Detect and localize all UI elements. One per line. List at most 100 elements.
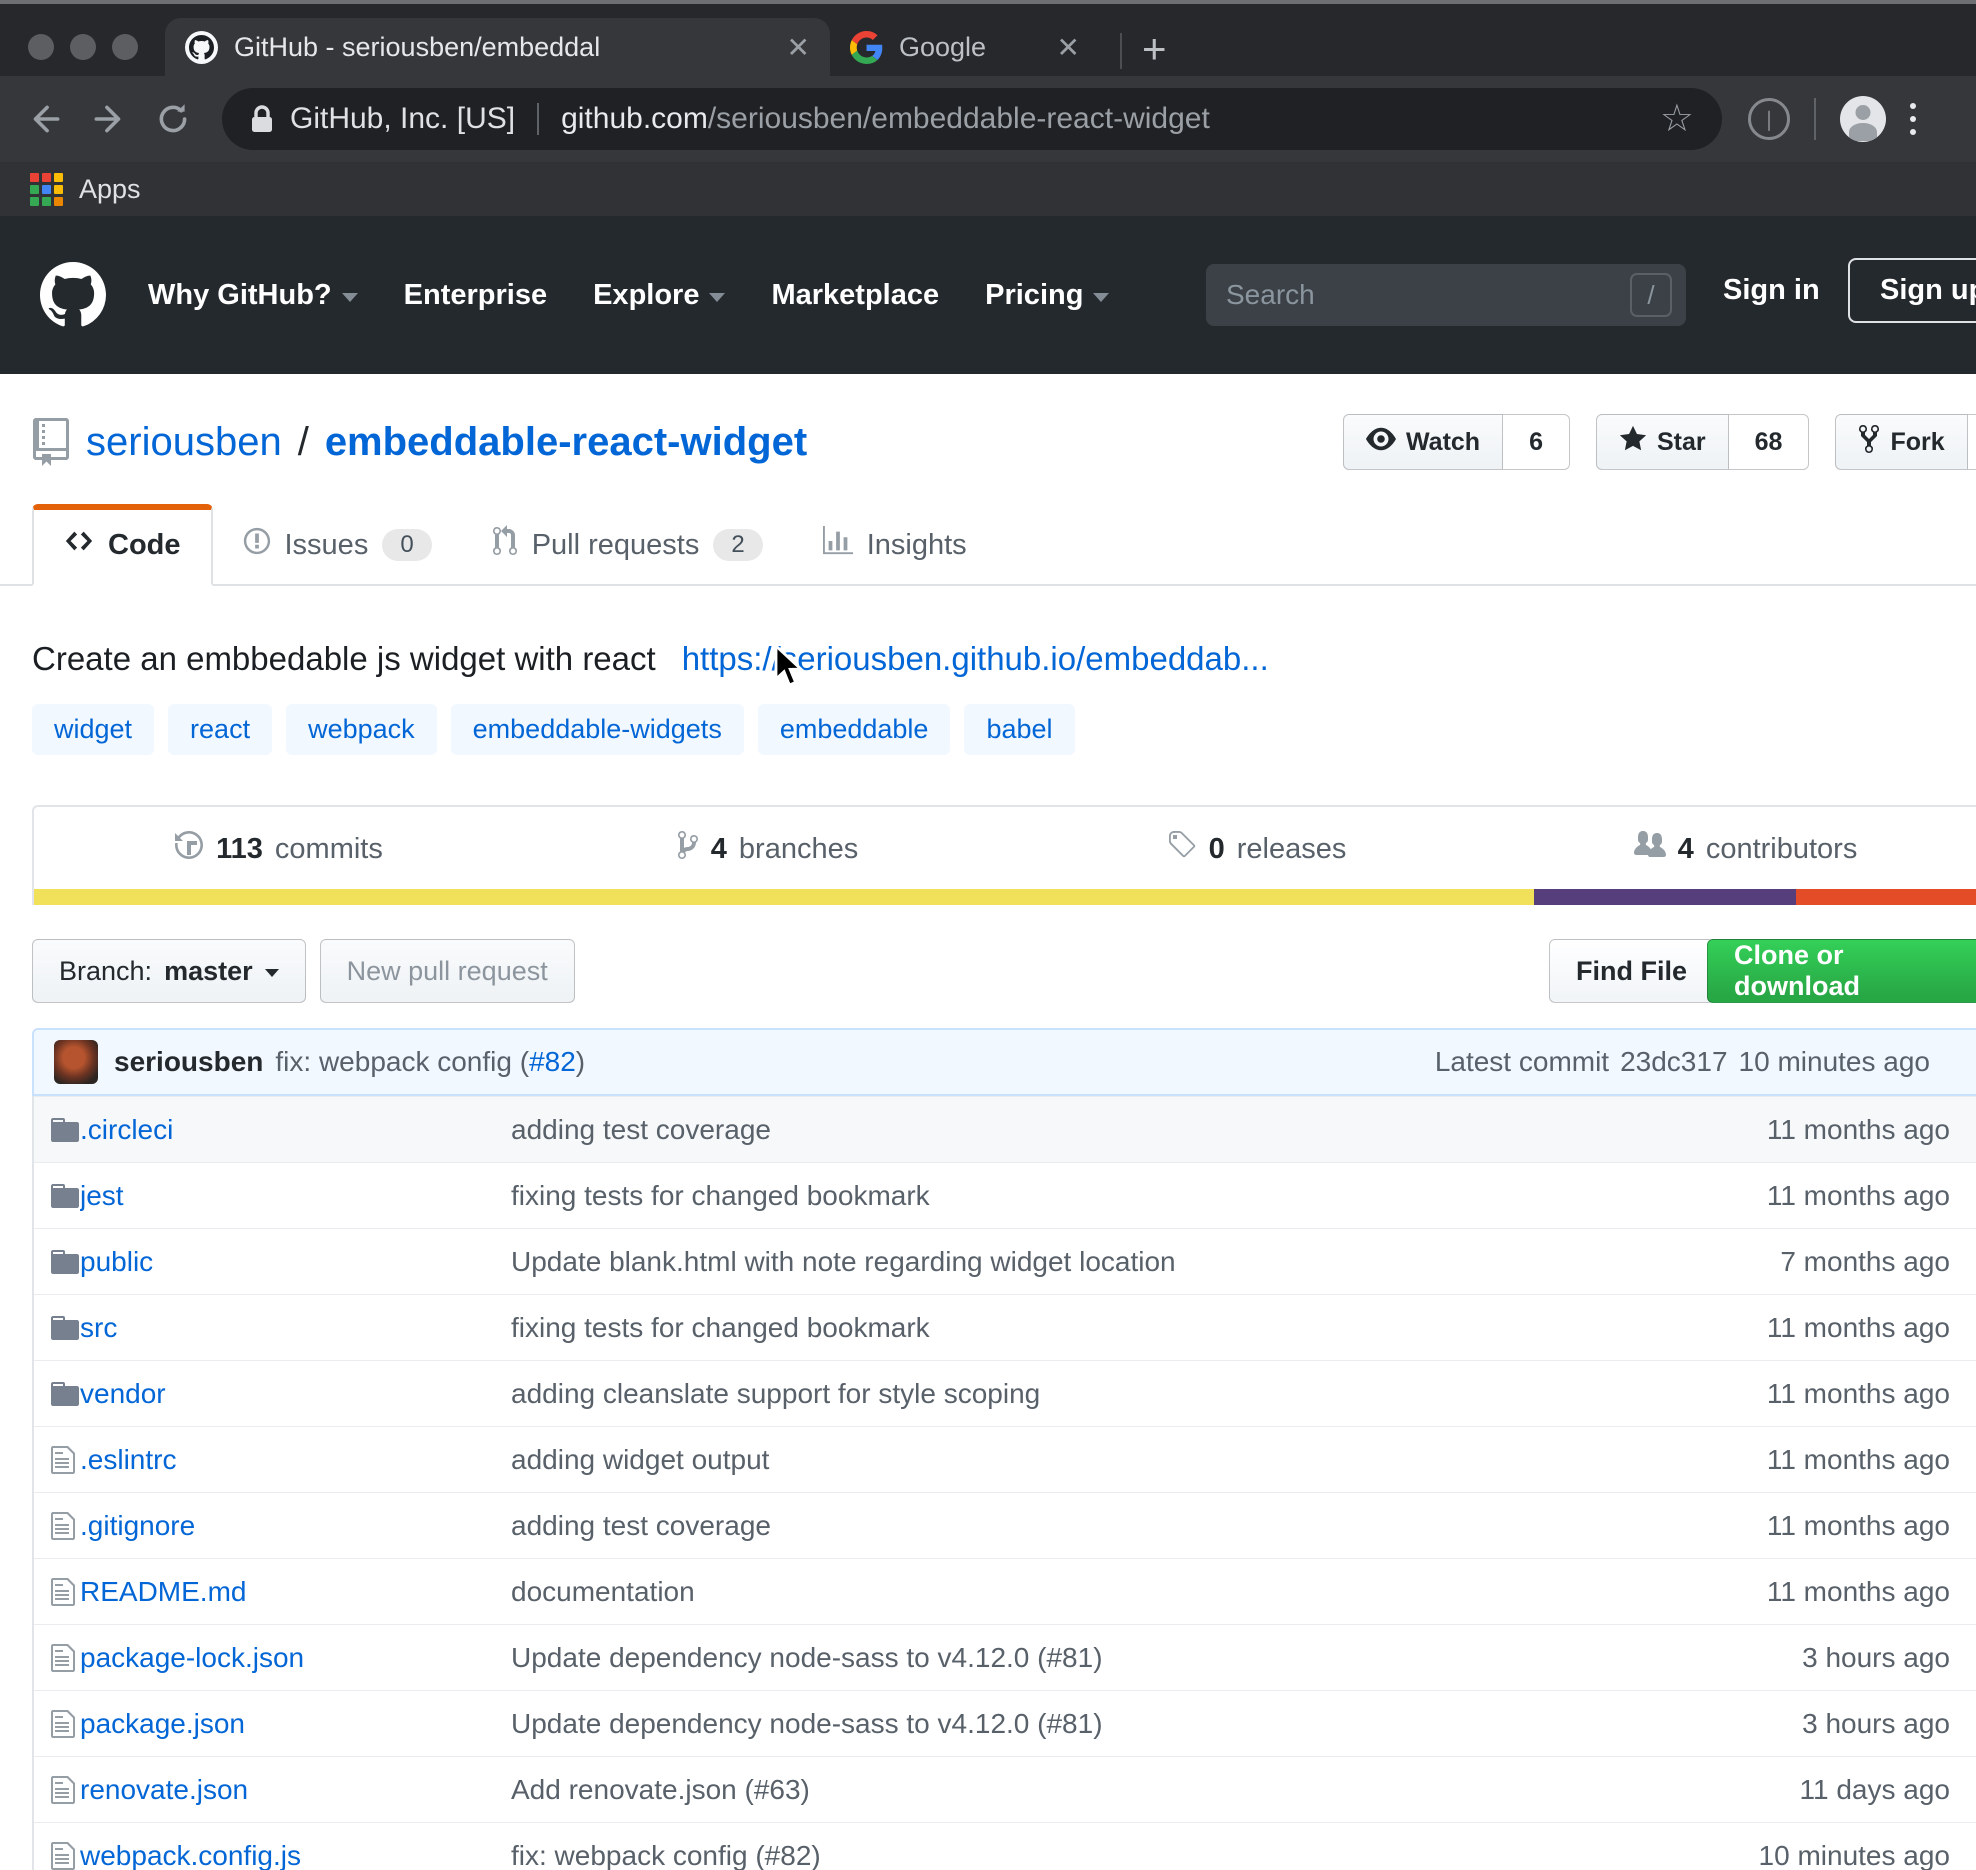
social-action-button[interactable]: Fork bbox=[1835, 414, 1967, 470]
file-row[interactable]: jest fixing tests for changed bookmark 1… bbox=[34, 1162, 1976, 1228]
file-row[interactable]: src fixing tests for changed bookmark 11… bbox=[34, 1294, 1976, 1360]
reload-icon[interactable] bbox=[154, 100, 192, 138]
social-action-button[interactable]: Star bbox=[1596, 414, 1729, 470]
file-commit-message-link[interactable]: Update dependency node-sass to v4.12.0 (… bbox=[511, 1642, 1103, 1673]
zoom-window-button[interactable] bbox=[112, 34, 138, 60]
repo-tab[interactable]: Code bbox=[32, 504, 213, 586]
repo-tab[interactable]: Pull requests 2 bbox=[462, 504, 793, 586]
file-commit-message-link[interactable]: adding cleanslate support for style scop… bbox=[511, 1378, 1040, 1409]
security-label[interactable]: GitHub, Inc. [US] bbox=[290, 102, 515, 136]
file-commit-message-link[interactable]: Update dependency node-sass to v4.12.0 (… bbox=[511, 1708, 1103, 1739]
tab-close-icon[interactable]: ✕ bbox=[1057, 31, 1080, 64]
social-count[interactable]: 14 bbox=[1968, 414, 1976, 470]
file-row[interactable]: package.json Update dependency node-sass… bbox=[34, 1690, 1976, 1756]
repo-owner-link[interactable]: seriousben bbox=[86, 420, 282, 465]
commit-message[interactable]: fix: webpack config ( bbox=[275, 1046, 529, 1078]
file-commit-message-link[interactable]: documentation bbox=[511, 1576, 695, 1607]
repo-name-link[interactable]: embeddable-react-widget bbox=[325, 420, 807, 465]
file-name-link[interactable]: renovate.json bbox=[80, 1774, 248, 1805]
repo-stat-item[interactable]: 0 releases bbox=[1012, 829, 1501, 869]
sign-up-button[interactable]: Sign up bbox=[1848, 258, 1976, 323]
file-row[interactable]: public Update blank.html with note regar… bbox=[34, 1228, 1976, 1294]
repo-stat-item[interactable]: 113 commits bbox=[34, 829, 523, 869]
extension-icon[interactable]: ❘ bbox=[1748, 98, 1790, 140]
commit-sha[interactable]: 23dc317 bbox=[1620, 1046, 1727, 1078]
commit-pr-link[interactable]: #82 bbox=[529, 1046, 576, 1078]
file-row[interactable]: renovate.json Add renovate.json (#63) 11… bbox=[34, 1756, 1976, 1822]
branch-selector-button[interactable]: Branch: master bbox=[32, 939, 306, 1003]
close-window-button[interactable] bbox=[28, 34, 54, 60]
topic-tag[interactable]: embeddable bbox=[758, 704, 951, 755]
clone-or-download-button[interactable]: Clone or download bbox=[1707, 939, 1976, 1003]
file-name-link[interactable]: .eslintrc bbox=[80, 1444, 176, 1475]
file-name-link[interactable]: public bbox=[80, 1246, 153, 1277]
minimize-window-button[interactable] bbox=[70, 34, 96, 60]
github-nav-item[interactable]: Enterprise bbox=[404, 279, 547, 312]
file-commit-message-link[interactable]: Update blank.html with note regarding wi… bbox=[511, 1246, 1176, 1277]
repo-stat-item[interactable]: 4 contributors bbox=[1501, 829, 1976, 869]
browser-menu-icon[interactable] bbox=[1910, 103, 1916, 135]
social-count[interactable]: 68 bbox=[1729, 414, 1810, 470]
topic-tag[interactable]: widget bbox=[32, 704, 154, 755]
commit-author-avatar[interactable] bbox=[54, 1040, 98, 1084]
social-action-button[interactable]: Watch bbox=[1343, 414, 1503, 470]
file-commit-message-link[interactable]: adding test coverage bbox=[511, 1114, 771, 1145]
topic-tag[interactable]: webpack bbox=[286, 704, 437, 755]
file-commit-message-link[interactable]: fixing tests for changed bookmark bbox=[511, 1180, 930, 1211]
apps-bookmark-label[interactable]: Apps bbox=[79, 174, 141, 205]
tab-close-icon[interactable]: ✕ bbox=[787, 31, 810, 64]
sign-in-link[interactable]: Sign in bbox=[1723, 274, 1820, 307]
topic-tag[interactable]: react bbox=[168, 704, 272, 755]
new-tab-button[interactable]: + bbox=[1142, 25, 1167, 73]
file-row[interactable]: package-lock.json Update dependency node… bbox=[34, 1624, 1976, 1690]
browser-profile-avatar[interactable] bbox=[1840, 96, 1886, 142]
find-file-button[interactable]: Find File bbox=[1549, 939, 1714, 1003]
file-row[interactable]: .circleci adding test coverage 11 months… bbox=[34, 1096, 1976, 1162]
browser-tab[interactable]: GitHub - seriousben/embeddal ✕ bbox=[165, 18, 830, 76]
file-name-link[interactable]: package-lock.json bbox=[80, 1642, 304, 1673]
file-name-link[interactable]: package.json bbox=[80, 1708, 245, 1739]
file-row[interactable]: README.md documentation 11 months ago bbox=[34, 1558, 1976, 1624]
file-commit-message-link[interactable]: Add renovate.json (#63) bbox=[511, 1774, 810, 1805]
back-icon[interactable] bbox=[26, 100, 64, 138]
github-nav-item[interactable]: Marketplace bbox=[771, 279, 939, 312]
topic-tag[interactable]: babel bbox=[964, 704, 1074, 755]
file-row[interactable]: .gitignore adding test coverage 11 month… bbox=[34, 1492, 1976, 1558]
repo-stat-item[interactable]: 4 branches bbox=[523, 829, 1012, 869]
file-name-link[interactable]: vendor bbox=[80, 1378, 166, 1409]
address-bar[interactable]: GitHub, Inc. [US] github.com /seriousben… bbox=[222, 88, 1722, 150]
file-row[interactable]: vendor adding cleanslate support for sty… bbox=[34, 1360, 1976, 1426]
repo-website-link[interactable]: https://seriousben.github.io/embeddab... bbox=[682, 640, 1269, 678]
language-bar[interactable] bbox=[34, 889, 1976, 905]
github-nav-item[interactable]: Pricing bbox=[985, 279, 1109, 312]
github-logo-icon[interactable] bbox=[40, 262, 106, 328]
repo-tab[interactable]: Insights bbox=[793, 504, 997, 586]
forward-icon[interactable] bbox=[90, 100, 128, 138]
file-commit-message-link[interactable]: fixing tests for changed bookmark bbox=[511, 1312, 930, 1343]
browser-tab[interactable]: Google ✕ bbox=[830, 18, 1100, 76]
file-name-link[interactable]: src bbox=[80, 1312, 117, 1343]
social-count[interactable]: 6 bbox=[1503, 414, 1570, 470]
file-row[interactable]: .eslintrc adding widget output 11 months… bbox=[34, 1426, 1976, 1492]
file-name-link[interactable]: README.md bbox=[80, 1576, 246, 1607]
file-commit-message-link[interactable]: adding test coverage bbox=[511, 1510, 771, 1541]
file-name-link[interactable]: .circleci bbox=[80, 1114, 173, 1145]
lock-icon[interactable] bbox=[250, 104, 274, 134]
apps-grid-icon[interactable] bbox=[30, 173, 63, 206]
file-commit-message-link[interactable]: fix: webpack config (#82) bbox=[511, 1840, 821, 1870]
github-nav-item[interactable]: Why GitHub? bbox=[148, 279, 358, 312]
file-commit-message-link[interactable]: adding widget output bbox=[511, 1444, 769, 1475]
commit-author[interactable]: seriousben bbox=[114, 1046, 263, 1078]
file-row[interactable]: webpack.config.js fix: webpack config (#… bbox=[34, 1822, 1976, 1870]
github-nav-item[interactable]: Explore bbox=[593, 279, 725, 312]
repo-tab[interactable]: Issues 0 bbox=[213, 504, 462, 586]
file-name-link[interactable]: .gitignore bbox=[80, 1510, 195, 1541]
topic-tag[interactable]: embeddable-widgets bbox=[451, 704, 744, 755]
file-name-link[interactable]: webpack.config.js bbox=[80, 1840, 301, 1870]
file-name-link[interactable]: jest bbox=[80, 1180, 124, 1211]
bookmark-star-icon[interactable]: ☆ bbox=[1660, 100, 1694, 138]
header-search-box[interactable]: / bbox=[1206, 264, 1686, 326]
new-pull-request-button[interactable]: New pull request bbox=[320, 939, 575, 1003]
search-input[interactable] bbox=[1226, 279, 1630, 311]
window-controls[interactable] bbox=[28, 34, 138, 60]
